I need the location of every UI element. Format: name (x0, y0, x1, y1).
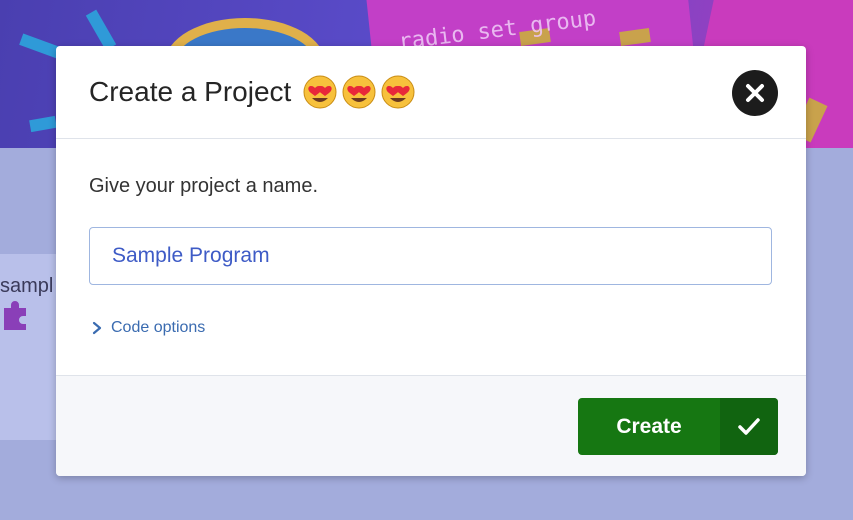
close-icon (746, 84, 764, 102)
code-options-label: Code options (111, 319, 206, 336)
heart-eyes-emoji-icon (381, 75, 415, 109)
checkmark-icon (738, 417, 760, 435)
dialog-body: Give your project a name. Code options (56, 139, 806, 375)
dialog-title: Create a Project (89, 76, 292, 107)
puzzle-piece-icon (4, 301, 26, 330)
heart-eyes-emoji-icon (303, 75, 337, 109)
heart-eyes-emoji-icon (342, 75, 376, 109)
dialog-title-row: Create a Project (89, 75, 415, 109)
create-button[interactable]: Create (578, 398, 778, 455)
chevron-right-icon (92, 321, 102, 335)
create-button-icon-area (720, 398, 778, 455)
close-button[interactable] (732, 70, 778, 116)
banner-decoration (19, 33, 61, 59)
name-prompt-label: Give your project a name. (89, 175, 318, 197)
dialog-footer: Create (56, 375, 806, 476)
dialog-header: Create a Project (56, 46, 806, 139)
banner-decoration (85, 9, 117, 51)
title-emojis (303, 75, 415, 109)
background-card-label: sampl (0, 275, 54, 297)
banner-decoration (29, 115, 57, 133)
code-options-toggle[interactable]: Code options (92, 319, 205, 337)
create-project-dialog: Create a Project Give your project a nam… (56, 46, 806, 476)
project-name-input[interactable] (89, 227, 772, 285)
create-button-label: Create (616, 414, 682, 438)
